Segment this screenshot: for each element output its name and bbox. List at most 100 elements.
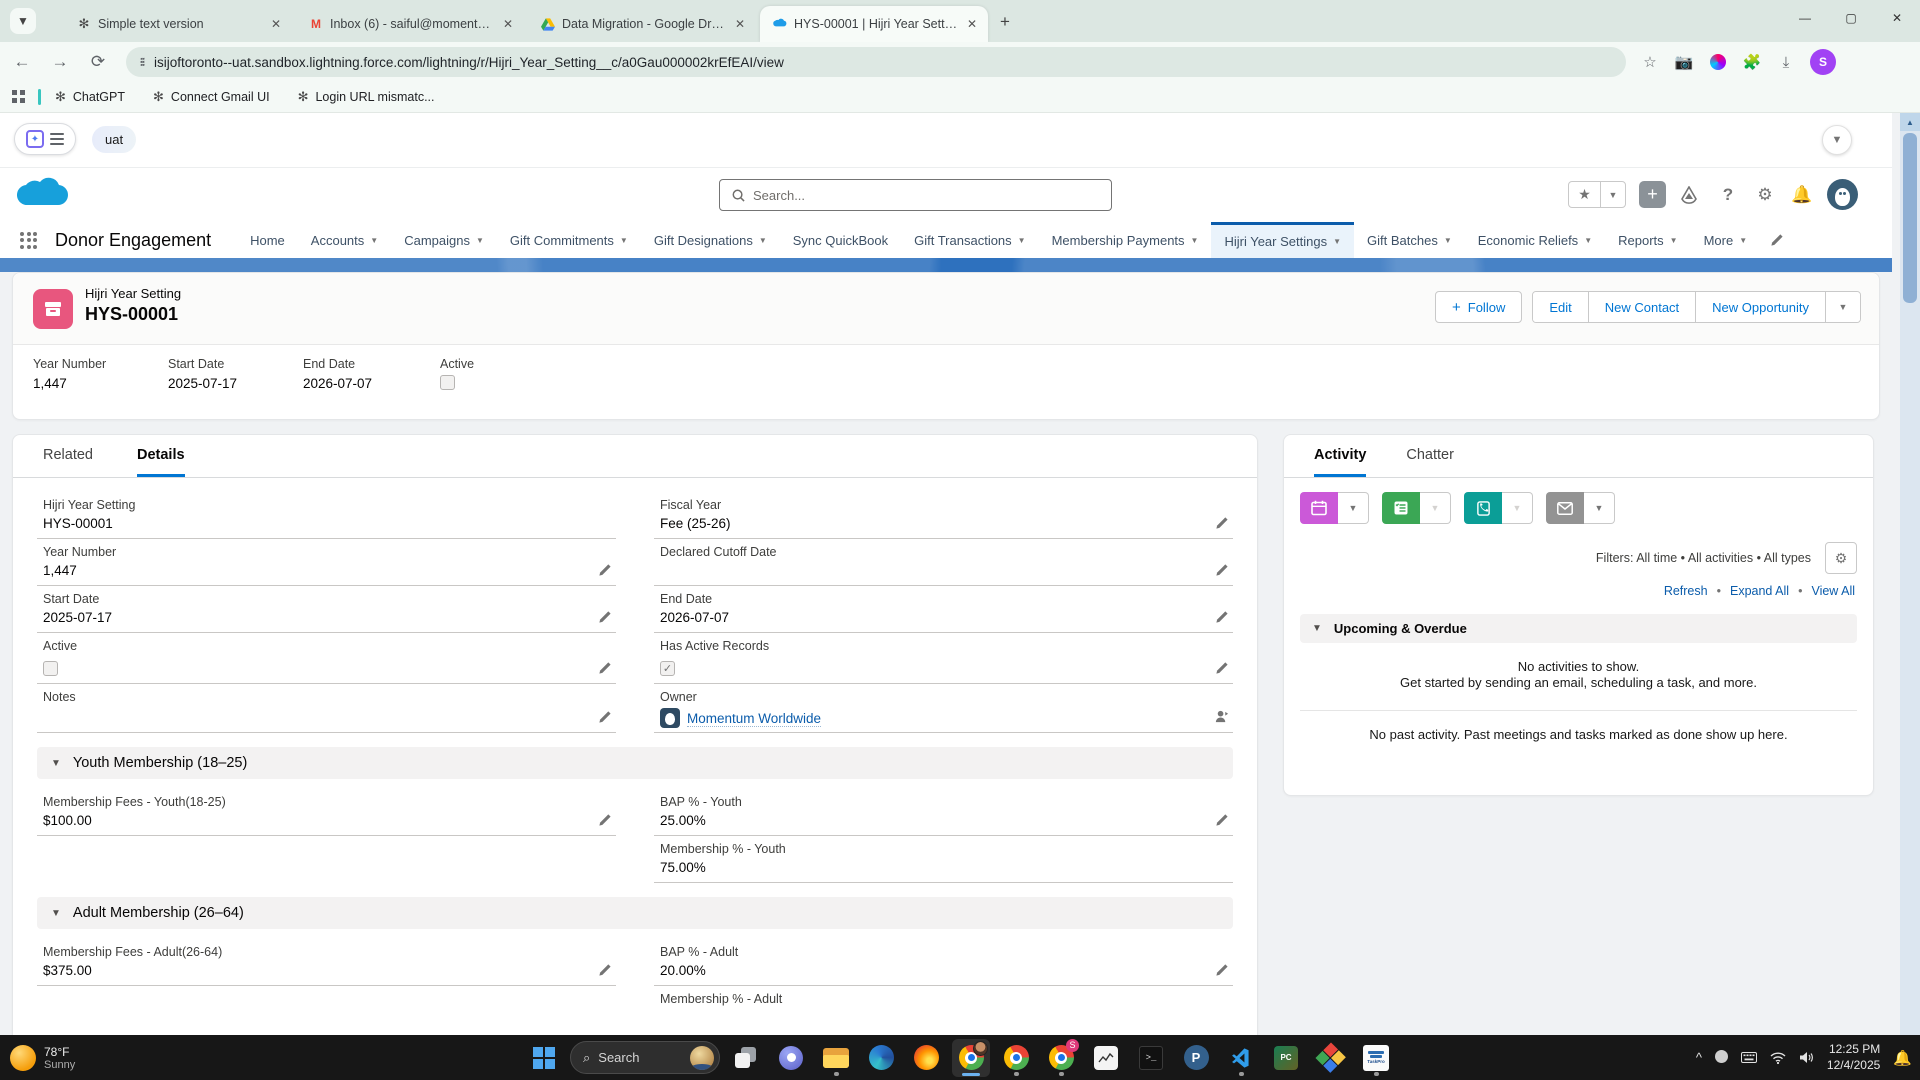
- global-search-input[interactable]: Search...: [719, 179, 1112, 211]
- dbeaver-icon[interactable]: [1312, 1039, 1350, 1077]
- edit-button[interactable]: Edit: [1533, 292, 1588, 322]
- active-checkbox[interactable]: [440, 375, 455, 390]
- edit-icon[interactable]: [1215, 610, 1229, 624]
- tab-close-icon[interactable]: ✕: [500, 16, 516, 32]
- has-active-records-checkbox[interactable]: ✓: [660, 661, 675, 676]
- log-call-button[interactable]: [1464, 492, 1502, 524]
- nav-tab-reports[interactable]: Reports▼: [1605, 222, 1690, 258]
- forward-button[interactable]: →: [44, 46, 76, 78]
- file-explorer-icon[interactable]: [817, 1039, 855, 1077]
- favorites-button[interactable]: ★▼: [1568, 181, 1626, 208]
- task-view-button[interactable]: [727, 1039, 765, 1077]
- postgresql-icon[interactable]: P: [1177, 1039, 1215, 1077]
- teams-chat-icon[interactable]: [772, 1039, 810, 1077]
- notifications-bell-icon[interactable]: 🔔: [1893, 1049, 1912, 1067]
- edge-icon[interactable]: [862, 1039, 900, 1077]
- extensions-puzzle-icon[interactable]: 🧩: [1742, 52, 1762, 72]
- window-close-button[interactable]: ✕: [1874, 0, 1920, 36]
- edit-icon[interactable]: [598, 661, 612, 675]
- firefox-icon[interactable]: [907, 1039, 945, 1077]
- activity-settings-gear-icon[interactable]: ⚙: [1825, 542, 1857, 574]
- scroll-up-arrow[interactable]: ▲: [1900, 113, 1920, 131]
- owner-link[interactable]: Momentum Worldwide: [687, 711, 821, 727]
- nav-tab-gift-commitments[interactable]: Gift Commitments▼: [497, 222, 641, 258]
- edit-icon[interactable]: [1215, 516, 1229, 530]
- url-bar[interactable]: ᎒᎒ isijoftoronto--uat.sandbox.lightning.…: [126, 47, 1626, 77]
- bookmark-chatgpt[interactable]: ✻ChatGPT: [55, 89, 125, 105]
- notifications-bell-icon[interactable]: 🔔: [1790, 185, 1814, 205]
- window-maximize-button[interactable]: ▢: [1828, 0, 1874, 36]
- edit-icon[interactable]: [598, 610, 612, 624]
- follow-button[interactable]: +Follow: [1435, 291, 1522, 323]
- nav-tab-membership-payments[interactable]: Membership Payments▼: [1039, 222, 1212, 258]
- chevron-down-icon[interactable]: ▼: [1444, 236, 1452, 245]
- nav-tab-more[interactable]: More▼: [1691, 222, 1761, 258]
- email-button[interactable]: [1546, 492, 1584, 524]
- guidance-center-icon[interactable]: [1679, 186, 1703, 204]
- nav-tab-home[interactable]: Home: [237, 222, 298, 258]
- chevron-down-icon[interactable]: ▼: [370, 236, 378, 245]
- new-event-button[interactable]: [1300, 492, 1338, 524]
- scrollbar-thumb[interactable]: [1903, 133, 1917, 303]
- chevron-down-icon[interactable]: ▼: [1670, 236, 1678, 245]
- expand-all-link[interactable]: Expand All: [1730, 584, 1789, 598]
- chrome-profile3-icon[interactable]: S: [1042, 1039, 1080, 1077]
- chevron-down-icon[interactable]: ▼: [1333, 237, 1341, 246]
- chevron-down-icon[interactable]: ▼: [1739, 236, 1747, 245]
- clock-widget[interactable]: 12:25 PM 12/4/2025: [1827, 1042, 1880, 1073]
- nav-tab-gift-batches[interactable]: Gift Batches▼: [1354, 222, 1465, 258]
- bookmark-star-icon[interactable]: ☆: [1640, 52, 1660, 72]
- panel-toggle-button[interactable]: ▼: [1822, 125, 1852, 155]
- star-icon[interactable]: ★: [1569, 182, 1601, 207]
- global-actions-icon[interactable]: +: [1639, 181, 1666, 208]
- tray-app-icon[interactable]: [1715, 1050, 1728, 1066]
- more-actions-dropdown[interactable]: ▼: [1826, 292, 1860, 322]
- browser-tab-1[interactable]: ✻ Simple text version ✕: [64, 6, 292, 42]
- taskbar-search[interactable]: ⌕ Search: [570, 1041, 720, 1074]
- nav-tab-economic-reliefs[interactable]: Economic Reliefs▼: [1465, 222, 1605, 258]
- help-icon[interactable]: ?: [1716, 185, 1740, 205]
- nav-tab-gift-transactions[interactable]: Gift Transactions▼: [901, 222, 1038, 258]
- tab-close-icon[interactable]: ✕: [268, 16, 284, 32]
- chevron-down-icon[interactable]: ▼: [476, 236, 484, 245]
- edit-nav-pencil-icon[interactable]: [1770, 233, 1784, 247]
- nav-tab-hijri-year-settings[interactable]: Hijri Year Settings▼: [1211, 222, 1354, 258]
- setup-gear-icon[interactable]: ⚙: [1753, 185, 1777, 205]
- new-tab-button[interactable]: +: [1000, 12, 1010, 32]
- view-all-link[interactable]: View All: [1811, 584, 1855, 598]
- screenshot-camera-icon[interactable]: 📷: [1674, 52, 1694, 72]
- chrome-profile2-icon[interactable]: [997, 1039, 1035, 1077]
- new-contact-button[interactable]: New Contact: [1589, 292, 1696, 322]
- bookmark-connect-gmail[interactable]: ✻Connect Gmail UI: [153, 89, 270, 105]
- refresh-link[interactable]: Refresh: [1664, 584, 1708, 598]
- volume-icon[interactable]: [1799, 1051, 1814, 1064]
- edit-icon[interactable]: [598, 963, 612, 977]
- apps-grid-icon[interactable]: [12, 90, 26, 104]
- browser-tab-active[interactable]: HYS-00001 | Hijri Year Setting | S ✕: [760, 6, 988, 42]
- edit-icon[interactable]: [1215, 661, 1229, 675]
- back-button[interactable]: ←: [6, 46, 38, 78]
- nav-tab-gift-designations[interactable]: Gift Designations▼: [641, 222, 780, 258]
- change-owner-icon[interactable]: [1214, 709, 1229, 724]
- new-task-button[interactable]: [1382, 492, 1420, 524]
- extension-colorful-icon[interactable]: [1708, 52, 1728, 72]
- site-settings-icon[interactable]: ᎒᎒: [140, 54, 144, 71]
- tab-details[interactable]: Details: [137, 447, 185, 477]
- touch-keyboard-icon[interactable]: [1741, 1052, 1757, 1063]
- browser-tab-2[interactable]: M Inbox (6) - saiful@momentum-w ✕: [296, 6, 524, 42]
- bookmark-login-url[interactable]: ✻Login URL mismatc...: [298, 89, 435, 105]
- tab-chatter[interactable]: Chatter: [1406, 447, 1454, 477]
- edit-icon[interactable]: [598, 563, 612, 577]
- edit-icon[interactable]: [1215, 963, 1229, 977]
- app-launcher-icon[interactable]: [20, 232, 37, 249]
- weather-widget[interactable]: 78°F Sunny: [10, 1045, 75, 1071]
- chevron-down-icon[interactable]: ▼: [759, 236, 767, 245]
- edit-icon[interactable]: [598, 813, 612, 827]
- monitor-app-icon[interactable]: [1087, 1039, 1125, 1077]
- browser-tab-3[interactable]: Data Migration - Google Drive ✕: [528, 6, 756, 42]
- vscode-icon[interactable]: [1222, 1039, 1260, 1077]
- tab-close-icon[interactable]: ✕: [732, 16, 748, 32]
- section-adult-membership[interactable]: ▼ Adult Membership (26–64): [37, 897, 1233, 929]
- browser-profile-avatar[interactable]: S: [1810, 49, 1836, 75]
- chrome-active-icon[interactable]: [952, 1039, 990, 1077]
